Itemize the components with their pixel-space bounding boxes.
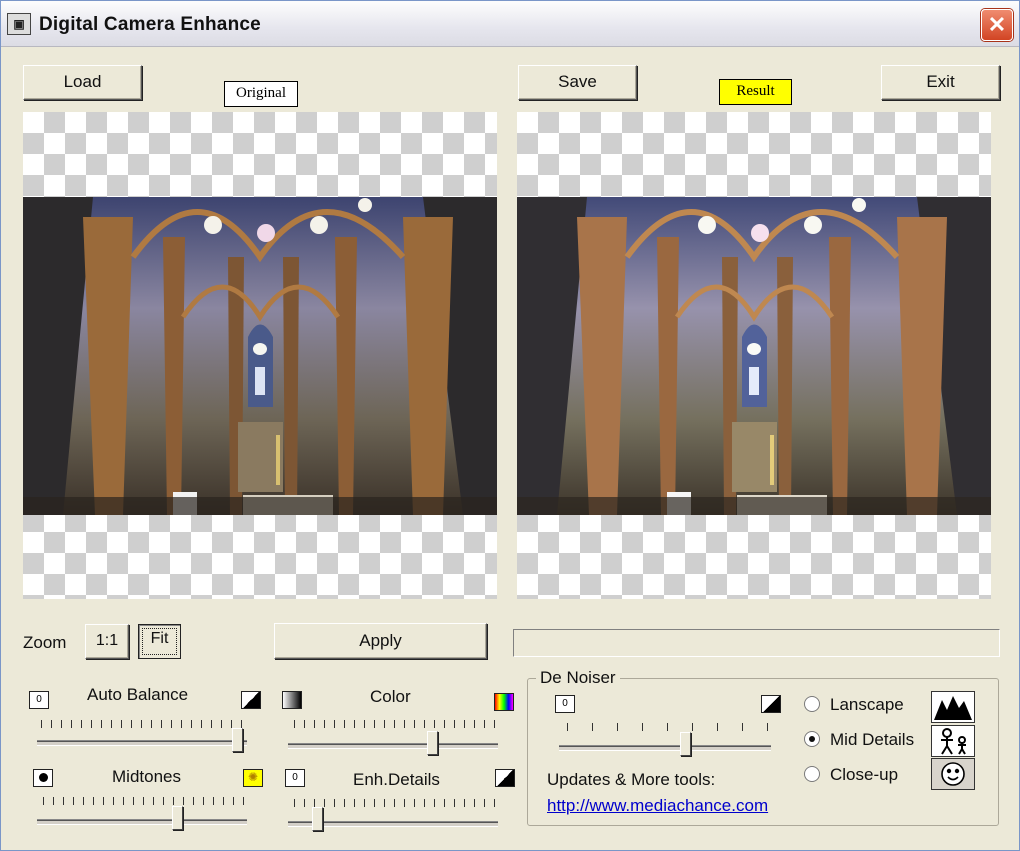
auto-balance-max-icon <box>241 691 261 709</box>
auto-balance-min-icon: 0 <box>29 691 49 709</box>
radio-close-up[interactable] <box>804 766 820 782</box>
color-thumb[interactable] <box>427 731 439 755</box>
face-icon[interactable] <box>931 758 975 790</box>
enh-details-ticks <box>294 799 495 807</box>
landscape-label[interactable]: Lanscape <box>830 695 904 715</box>
enh-details-min-icon: 0 <box>285 769 305 787</box>
close-up-label[interactable]: Close-up <box>830 765 898 785</box>
midtones-ticks <box>43 797 244 805</box>
mountains-icon[interactable] <box>931 691 975 723</box>
window-title: Digital Camera Enhance <box>39 14 261 35</box>
sun-icon: ✺ <box>243 769 263 787</box>
auto-balance-thumb[interactable] <box>232 728 244 752</box>
denoiser-thumb[interactable] <box>679 732 691 756</box>
mediachance-link[interactable]: http://www.mediachance.com <box>547 796 768 816</box>
updates-text: Updates & More tools: <box>547 770 716 789</box>
apply-button[interactable]: Apply <box>274 623 487 659</box>
camera-app-icon[interactable]: ▣ <box>7 13 31 35</box>
original-image-viewport[interactable] <box>23 112 497 599</box>
denoiser-track <box>559 745 771 751</box>
auto-balance-track <box>37 740 247 746</box>
auto-balance-ticks <box>41 720 242 728</box>
color-ticks <box>294 720 495 728</box>
result-photo <box>517 197 991 515</box>
zoom-label: Zoom <box>23 633 67 652</box>
color-track <box>288 743 498 749</box>
midtones-min-icon <box>33 769 53 787</box>
original-photo <box>23 197 497 515</box>
enh-details-thumb[interactable] <box>311 807 323 831</box>
midtones-thumb[interactable] <box>172 806 184 830</box>
midtones-label: Midtones <box>112 767 181 786</box>
result-image-viewport[interactable] <box>517 112 991 599</box>
midtones-track <box>37 819 247 825</box>
denoiser-ticks <box>567 723 768 731</box>
title-bar[interactable]: ▣ Digital Camera Enhance ✕ <box>1 1 1019 47</box>
radio-landscape[interactable] <box>804 696 820 712</box>
close-icon: ✕ <box>987 12 1007 37</box>
denoiser-label: De Noiser <box>536 668 620 688</box>
enh-details-label: Enh.Details <box>353 770 440 789</box>
color-min-icon <box>282 691 302 709</box>
mid-details-label[interactable]: Mid Details <box>830 730 914 750</box>
radio-mid-details[interactable] <box>804 731 820 747</box>
zoom-1to1-button[interactable]: 1:1 <box>85 624 129 659</box>
progress-bar <box>513 629 1000 657</box>
original-tag: Original <box>224 81 298 107</box>
denoiser-max-icon <box>761 695 781 713</box>
auto-balance-label: Auto Balance <box>87 685 189 704</box>
result-tag: Result <box>719 79 792 105</box>
exit-button[interactable]: Exit <box>881 65 1000 100</box>
people-icon[interactable] <box>931 725 975 757</box>
close-button[interactable]: ✕ <box>981 9 1013 41</box>
enh-details-max-icon <box>495 769 515 787</box>
color-max-icon <box>494 693 514 711</box>
color-label: Color <box>370 687 411 706</box>
save-button[interactable]: Save <box>518 65 637 100</box>
app-window: ▣ Digital Camera Enhance ✕ Load Original… <box>0 0 1020 851</box>
load-button[interactable]: Load <box>23 65 142 100</box>
zoom-fit-button[interactable]: Fit <box>138 624 181 659</box>
denoiser-min-icon: 0 <box>555 695 575 713</box>
